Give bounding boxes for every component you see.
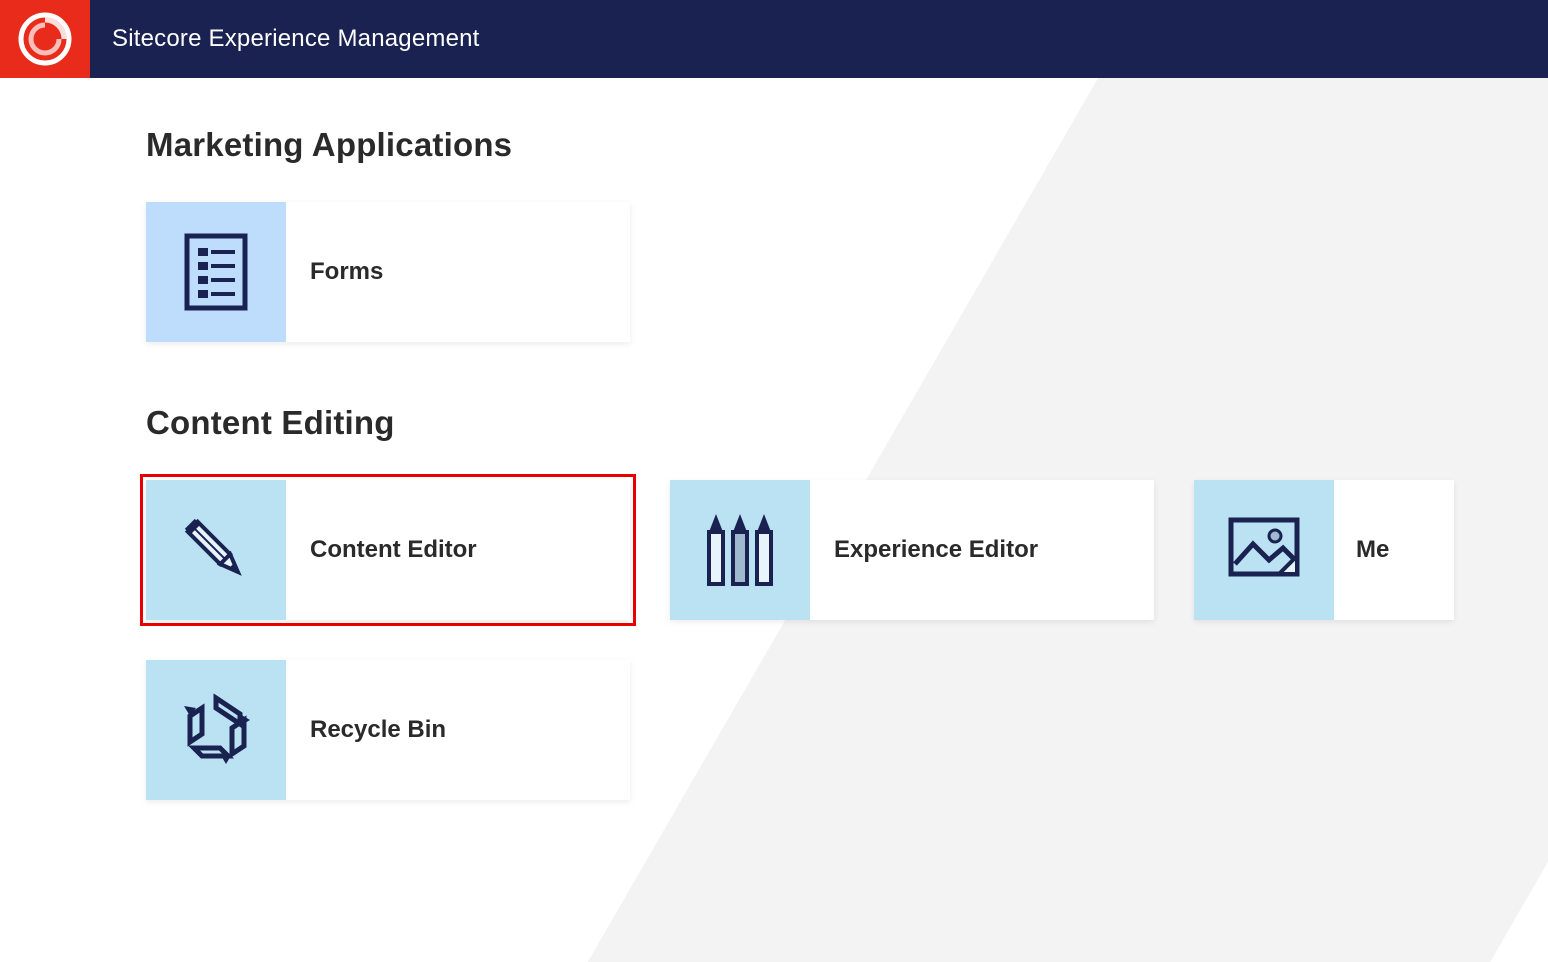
tile-forms[interactable]: Forms xyxy=(146,202,630,342)
tile-label: Content Editor xyxy=(286,480,477,620)
tile-label: Me xyxy=(1334,480,1389,620)
section-title: Marketing Applications xyxy=(146,126,1548,164)
tile-label: Forms xyxy=(286,202,383,342)
form-icon xyxy=(146,202,286,342)
pencil-icon xyxy=(146,480,286,620)
sitecore-logo-icon xyxy=(17,11,73,67)
pencils-icon xyxy=(670,480,810,620)
tile-experience-editor[interactable]: Experience Editor xyxy=(670,480,1154,620)
picture-icon xyxy=(1194,480,1334,620)
launchpad-content: Marketing Applications xyxy=(0,78,1548,800)
section-marketing-applications: Marketing Applications xyxy=(146,126,1548,342)
tile-label: Experience Editor xyxy=(810,480,1038,620)
tile-content-editor[interactable]: Content Editor xyxy=(146,480,630,620)
tile-recycle-bin[interactable]: Recycle Bin xyxy=(146,660,630,800)
header-title: Sitecore Experience Management xyxy=(90,0,480,78)
section-title: Content Editing xyxy=(146,404,1548,442)
tile-media-library[interactable]: Me xyxy=(1194,480,1454,620)
tile-row: Recycle Bin xyxy=(146,660,1548,800)
logo[interactable] xyxy=(0,0,90,78)
tile-label: Recycle Bin xyxy=(286,660,446,800)
tile-row: Forms xyxy=(146,202,1548,342)
tile-row: Content Editor Experience Editor xyxy=(146,480,1548,620)
recycle-icon xyxy=(146,660,286,800)
app-header: Sitecore Experience Management xyxy=(0,0,1548,78)
section-content-editing: Content Editing Content Editor xyxy=(146,404,1548,800)
